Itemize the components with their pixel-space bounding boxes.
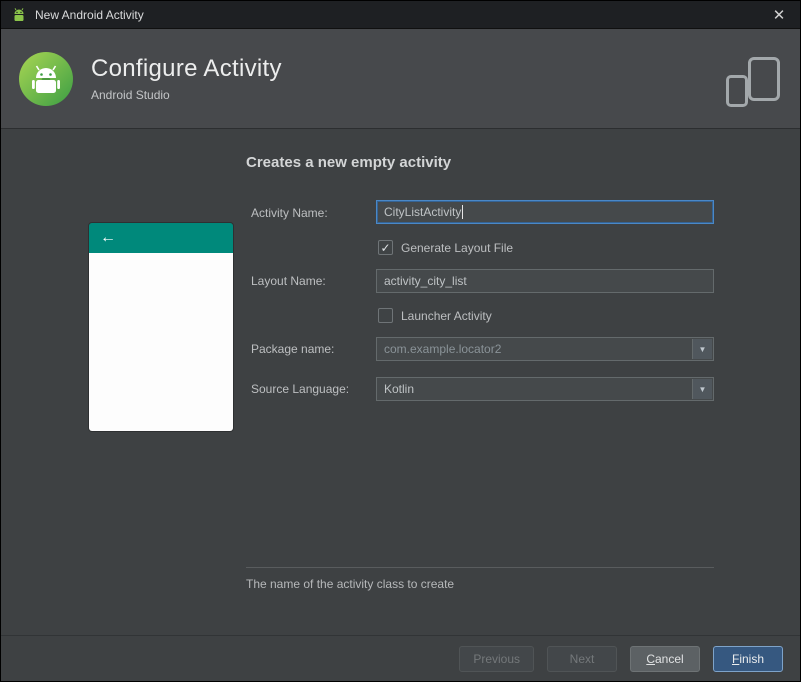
layout-name-input[interactable]: activity_city_list <box>376 269 714 293</box>
generate-layout-checkbox[interactable]: ✓ <box>378 240 393 255</box>
wizard-title: Configure Activity <box>91 55 282 82</box>
new-activity-dialog: New Android Activity ✕ Configure Activit… <box>0 0 801 682</box>
preview-body <box>89 253 233 431</box>
layout-name-label: Layout Name: <box>251 274 326 288</box>
previous-button[interactable]: Previous <box>459 645 534 672</box>
window-title: New Android Activity <box>35 7 144 22</box>
header-text: Configure Activity Android Studio <box>91 55 282 102</box>
activity-name-label: Activity Name: <box>251 206 328 220</box>
activity-preview: ← <box>89 223 233 431</box>
package-dropdown-icon[interactable]: ▼ <box>692 339 712 359</box>
help-text: The name of the activity class to create <box>246 577 455 591</box>
package-name-label: Package name: <box>251 342 335 356</box>
help-divider <box>246 567 714 568</box>
android-icon <box>14 7 24 21</box>
step-heading: Creates a new empty activity <box>246 154 452 171</box>
layout-name-value: activity_city_list <box>384 274 467 288</box>
launcher-activity-checkbox[interactable] <box>378 308 393 323</box>
launcher-activity-label: Launcher Activity <box>401 308 492 323</box>
cancel-button[interactable]: Cancel <box>630 645 700 672</box>
language-dropdown-icon[interactable]: ▼ <box>692 379 712 399</box>
next-button[interactable]: Next <box>547 645 617 672</box>
android-studio-logo <box>19 51 73 106</box>
activity-name-input[interactable]: CityListActivity <box>376 200 714 224</box>
title-bar: New Android Activity ✕ <box>1 1 800 29</box>
text-caret <box>462 205 464 219</box>
phone-tablet-icon <box>726 57 780 107</box>
wizard-header: Configure Activity Android Studio <box>1 29 800 129</box>
source-language-combobox[interactable]: Kotlin ▼ <box>376 377 714 401</box>
package-name-value: com.example.locator2 <box>384 342 502 356</box>
generate-layout-row: ✓ Generate Layout File <box>378 240 513 255</box>
wizard-subtitle: Android Studio <box>91 88 170 102</box>
close-icon[interactable]: ✕ <box>768 6 790 24</box>
launcher-activity-row: Launcher Activity <box>378 308 492 323</box>
finish-button[interactable]: Finish <box>713 645 783 672</box>
phone-shape <box>726 75 748 107</box>
tablet-shape <box>748 57 780 101</box>
button-bar: Previous Next Cancel Finish <box>1 635 800 681</box>
back-arrow-icon: ← <box>100 229 116 246</box>
source-language-value: Kotlin <box>384 382 415 396</box>
preview-appbar: ← <box>89 223 233 253</box>
package-name-combobox[interactable]: com.example.locator2 ▼ <box>376 337 714 361</box>
check-icon: ✓ <box>380 240 391 255</box>
source-language-label: Source Language: <box>251 382 350 396</box>
generate-layout-label: Generate Layout File <box>401 240 514 255</box>
activity-name-value: CityListActivity <box>384 205 462 219</box>
wizard-content: Creates a new empty activity ← Activity … <box>1 130 800 635</box>
